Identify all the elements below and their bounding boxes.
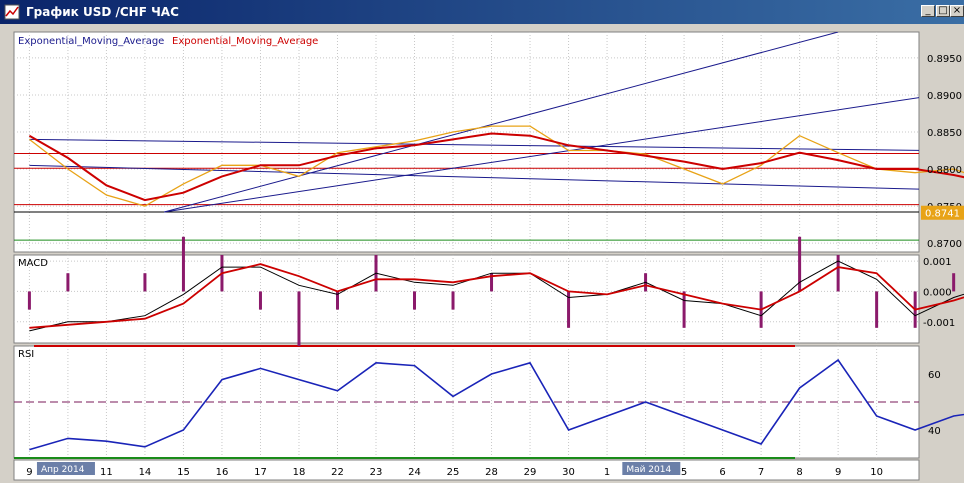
- macd-title: MACD: [18, 258, 48, 269]
- price-y-tick: 0.8700: [927, 239, 962, 250]
- x-tick-label: 15: [177, 467, 190, 478]
- rsi-y-tick: 60: [928, 370, 941, 381]
- x-tick-label: 9: [835, 467, 841, 478]
- minimize-button[interactable]: _: [921, 5, 935, 17]
- chart-icon: [4, 4, 20, 20]
- rsi-title: RSI: [18, 349, 34, 360]
- x-tick-label: 9: [26, 467, 32, 478]
- x-tick-label: 28: [485, 467, 498, 478]
- macd-y-tick: 0.001: [923, 257, 952, 268]
- chart-area[interactable]: 91011141516171822232425282930125678910Ап…: [0, 24, 964, 483]
- x-tick-label: 11: [100, 467, 113, 478]
- month-label: Май 2014: [626, 465, 671, 475]
- maximize-button[interactable]: □: [936, 5, 950, 17]
- x-tick-label: 18: [293, 467, 306, 478]
- x-tick-label: 29: [524, 467, 537, 478]
- close-button[interactable]: ×: [950, 5, 964, 17]
- x-tick-label: 7: [758, 467, 764, 478]
- x-tick-label: 5: [681, 467, 687, 478]
- last-price-label: 0.8741: [925, 209, 960, 220]
- macd-y-tick: -0.001: [923, 318, 955, 329]
- x-tick-label: 24: [408, 467, 421, 478]
- x-tick-label: 25: [447, 467, 460, 478]
- x-tick-label: 8: [796, 467, 802, 478]
- title-bar[interactable]: График USD /CHF ЧАС _ □ ×: [0, 0, 964, 24]
- price-y-tick: 0.8900: [927, 91, 962, 102]
- x-tick-label: 6: [719, 467, 725, 478]
- legend-ema-2: Exponential_Moving_Average: [172, 36, 318, 47]
- price-pane: [13, 31, 920, 253]
- macd-y-tick: 0.000: [923, 287, 952, 298]
- x-tick-label: 30: [562, 467, 575, 478]
- legend-ema-1: Exponential_Moving_Average: [18, 36, 164, 47]
- x-tick-label: 14: [139, 467, 152, 478]
- x-tick-label: 23: [370, 467, 383, 478]
- window-title: График USD /CHF ЧАС: [26, 5, 179, 19]
- chart-window: График USD /CHF ЧАС _ □ × 91011141516171…: [0, 0, 964, 483]
- rsi-y-tick: 40: [928, 426, 941, 437]
- x-tick-label: 10: [870, 467, 883, 478]
- month-label: Апр 2014: [41, 465, 85, 475]
- x-tick-label: 17: [254, 467, 267, 478]
- x-tick-label: 22: [331, 467, 344, 478]
- price-y-tick: 0.8850: [927, 128, 962, 139]
- price-y-tick: 0.8800: [927, 165, 962, 176]
- x-tick-label: 16: [216, 467, 229, 478]
- x-tick-label: 1: [604, 467, 610, 478]
- price-y-tick: 0.8950: [927, 54, 962, 65]
